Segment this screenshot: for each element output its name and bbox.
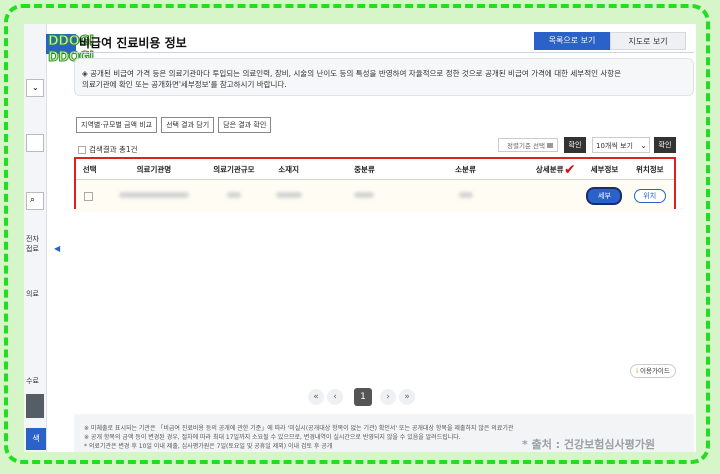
sidebar-item-1[interactable]: 전자 xyxy=(26,234,39,244)
tab-view-saved[interactable]: 담은 결과 확인 xyxy=(218,117,272,133)
sort-confirm-button[interactable]: 확인 xyxy=(564,137,586,153)
col-institution-name: 의료기관명 xyxy=(103,159,205,180)
footer-note-2: ※ 공개 항목의 금액 등이 변경된 경우, 절차에 따라 최대 17일까지 소… xyxy=(84,434,461,441)
sort-select[interactable]: 정렬기준 선택 xyxy=(498,138,558,152)
footer-note-3: * 의료기관은 변경 후 10일 이내 제출, 심사평가원은 7일(토요일 및 … xyxy=(84,443,333,450)
row-sub-category xyxy=(414,179,517,212)
filter-tabs: 지역별·규모별 금액 비교 선택 결과 담기 담은 결과 확인 xyxy=(76,112,275,133)
sidebar-toggle-icon[interactable]: ◀ xyxy=(54,244,60,253)
source-credit: * 출처 : 건강보험심사평가원 xyxy=(522,438,655,451)
notice-text: ◈ 공개된 비급여 가격 등은 의료기관마다 투입되는 의료인력, 장비, 시술… xyxy=(82,69,622,89)
search-icon: ⌕ xyxy=(30,195,36,205)
location-button[interactable]: 위치 xyxy=(633,189,666,203)
next-page-button[interactable]: › xyxy=(380,389,396,405)
chevron-down-icon: ⌄ xyxy=(32,83,39,92)
tab-region-compare[interactable]: 지역별·규모별 금액 비교 xyxy=(76,117,158,133)
per-page-confirm-button[interactable]: 확인 xyxy=(654,137,676,153)
sidebar-input[interactable] xyxy=(26,134,44,152)
result-count-label: 검색결과 총1건 xyxy=(89,145,138,154)
blurred-text xyxy=(226,192,241,198)
footer-notes: ※ 미체출로 표시되는 기관은 「비급여 진료비용 등의 공개에 관한 기준」에… xyxy=(84,424,524,451)
results-table: 선택 의료기관명 의료기관규모 소재지 중분류 소분류 상세분류 세부정보 위치… xyxy=(74,157,676,212)
first-page-button[interactable]: « xyxy=(308,389,324,405)
tab-add-selection[interactable]: 선택 결과 담기 xyxy=(161,117,215,133)
page-1-button[interactable]: 1 xyxy=(354,388,372,406)
sidebar-item-2[interactable]: 접료 xyxy=(26,244,39,254)
row-checkbox-cell[interactable] xyxy=(76,179,104,212)
blurred-text xyxy=(354,192,375,198)
blurred-text xyxy=(275,192,302,198)
row-location-cell: 위치 xyxy=(625,179,674,212)
col-location: 소재지 xyxy=(263,159,314,180)
title-divider xyxy=(74,52,694,53)
select-all-checkbox[interactable] xyxy=(78,146,86,154)
row-institution-name xyxy=(103,179,205,212)
app-window: ⌄ ⌕ 전자 접료 의료 수료 색 ◀ DDOGI DDOGI 비급여 진료비용… xyxy=(24,24,696,452)
sidebar-search-button[interactable]: ⌕ xyxy=(26,192,44,210)
per-page-select[interactable]: 10개씩 보기 ⌄ xyxy=(592,137,650,153)
row-checkbox[interactable] xyxy=(83,191,93,201)
sidebar-item-4[interactable]: 수료 xyxy=(26,376,39,386)
footer-note-1: ※ 미체출로 표시되는 기관은 「비급여 진료비용 등의 공개에 관한 기준」에… xyxy=(84,425,514,432)
table-header-row: 선택 의료기관명 의료기관규모 소재지 중분류 소분류 상세분류 세부정보 위치… xyxy=(76,159,674,180)
sidebar-dark-button[interactable] xyxy=(26,394,44,418)
sidebar-blue-button[interactable]: 색 xyxy=(26,428,46,450)
col-detail-info: 세부정보 xyxy=(583,159,626,180)
pagination: «‹ 1 ›» xyxy=(308,384,418,406)
row-mid-category xyxy=(313,179,415,212)
list-view-button[interactable]: 목록으로 보기 xyxy=(534,32,610,50)
prev-page-button[interactable]: ‹ xyxy=(327,389,343,405)
detail-button[interactable]: 세부 xyxy=(586,187,623,205)
col-sub-category: 소분류 xyxy=(414,159,517,180)
left-sidebar: ⌄ ⌕ 전자 접료 의료 수료 색 xyxy=(24,24,47,452)
user-guide-button[interactable]: i 이용가이드 xyxy=(630,364,676,378)
sort-dropdown-icon xyxy=(547,143,553,148)
map-view-button[interactable]: 지도로 보기 xyxy=(610,32,686,50)
table-row: 세부 위치 xyxy=(76,179,674,212)
col-institution-size: 의료기관규모 xyxy=(204,159,264,180)
chevron-down-icon: ⌄ xyxy=(640,141,647,150)
col-mid-category: 중분류 xyxy=(313,159,415,180)
sidebar-dropdown[interactable]: ⌄ xyxy=(26,79,44,97)
result-count: 검색결과 총1건 xyxy=(78,144,138,155)
red-check-annotation: ✔ xyxy=(564,162,576,178)
page-title: 비급여 진료비용 정보 xyxy=(79,36,187,50)
row-detail-cell: 세부 xyxy=(583,179,626,212)
info-icon: i xyxy=(636,367,638,375)
col-select: 선택 xyxy=(76,159,104,180)
row-institution-size xyxy=(204,179,264,212)
last-page-button[interactable]: » xyxy=(399,389,415,405)
blurred-text xyxy=(458,192,473,198)
sidebar-item-3[interactable]: 의료 xyxy=(26,289,39,299)
row-detail-category xyxy=(516,179,584,212)
col-location-info: 위치정보 xyxy=(625,159,674,180)
blurred-text xyxy=(118,192,189,198)
row-location xyxy=(263,179,314,212)
